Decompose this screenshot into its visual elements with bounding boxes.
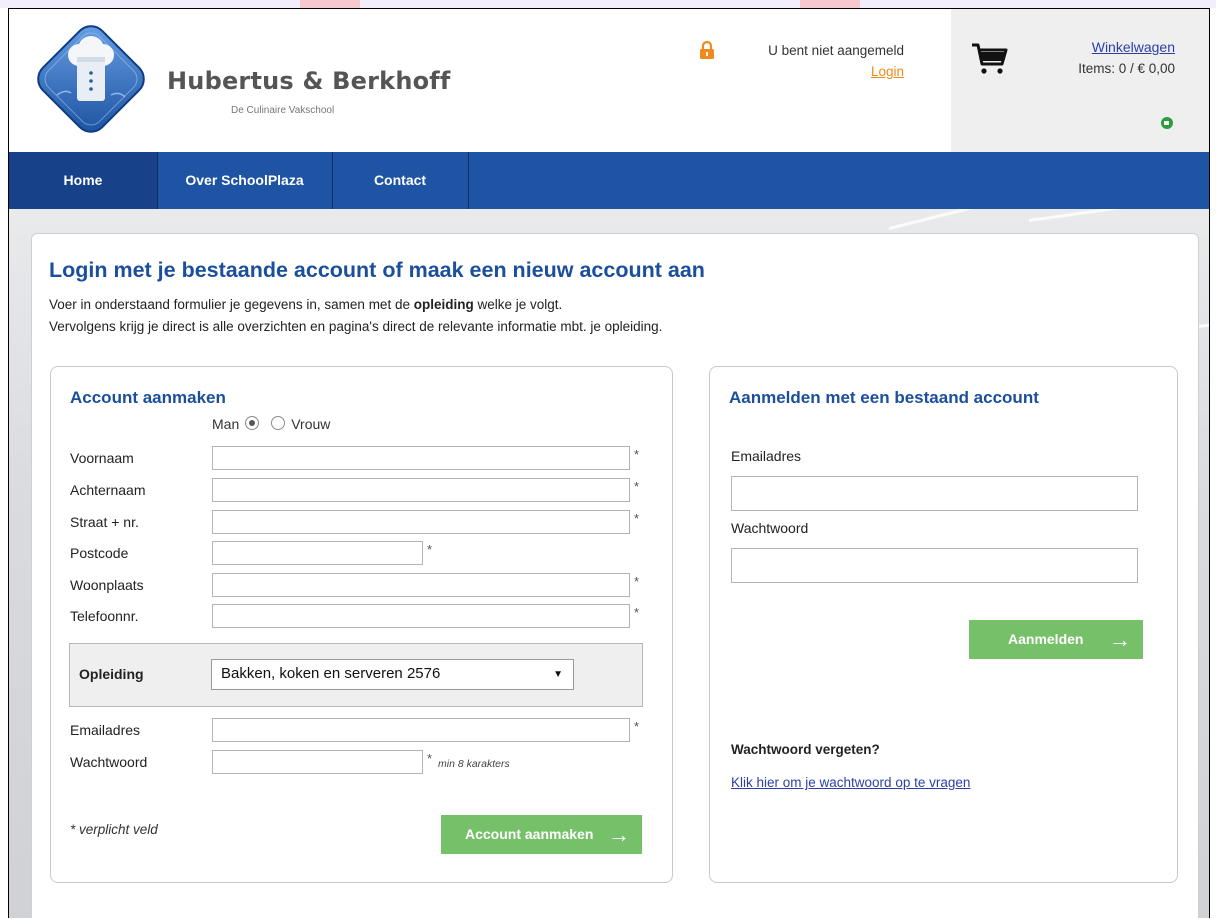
gender-radio-group: Man Vrouw — [212, 416, 330, 432]
intro-text-bold: opleiding — [413, 297, 474, 312]
required-mark: * — [634, 605, 640, 620]
street-input[interactable] — [212, 510, 630, 534]
login-button-label: Aanmelden — [1008, 631, 1084, 647]
arrow-right-icon: → — [1109, 627, 1131, 652]
chevron-down-icon: ▼ — [553, 669, 563, 680]
required-mark: * — [634, 574, 640, 589]
lock-icon — [699, 40, 715, 62]
first-name-label: Voornaam — [70, 450, 134, 466]
city-input[interactable] — [212, 573, 630, 597]
login-email-label: Emailadres — [731, 448, 802, 464]
brand-subtitle: De Culinaire Vakschool — [231, 105, 335, 116]
intro-text-pre: Voer in onderstaand formulier je gegeven… — [49, 297, 414, 312]
last-name-input[interactable] — [212, 478, 630, 502]
opleiding-selected-value: Bakken, koken en serveren 2576 — [221, 665, 441, 682]
postcode-input[interactable] — [212, 541, 423, 565]
required-mark: * — [634, 511, 640, 526]
first-name-input[interactable] — [212, 446, 630, 470]
login-title: Aanmelden met een bestaand account — [729, 388, 1039, 407]
register-email-label: Emailadres — [70, 722, 141, 738]
arrow-right-icon: → — [608, 822, 630, 847]
gender-male-radio[interactable] — [245, 416, 260, 430]
required-mark: * — [634, 479, 640, 494]
login-email-input[interactable] — [731, 476, 1138, 511]
nav-item-home[interactable]: Home — [9, 152, 158, 209]
gender-female-label: Vrouw — [291, 416, 331, 432]
register-title: Account aanmaken — [70, 388, 226, 407]
top-strip — [0, 0, 1216, 8]
phone-label: Telefoonnr. — [70, 608, 139, 624]
brand-name: Hubertus & Berkhoff — [167, 67, 451, 95]
page-frame: Hubertus & Berkhoff De Culinaire Vakscho… — [8, 8, 1210, 918]
login-button[interactable]: Aanmelden → — [969, 620, 1143, 659]
nav-item-over-schoolplaza[interactable]: Over SchoolPlaza — [157, 152, 333, 209]
street-label: Straat + nr. — [70, 514, 139, 530]
login-password-input[interactable] — [731, 548, 1138, 583]
create-account-button-label: Account aanmaken — [465, 826, 594, 842]
required-mark: * — [634, 719, 640, 734]
forgot-password-title: Wachtwoord vergeten? — [731, 742, 880, 757]
cart-go-icon[interactable] — [1161, 117, 1173, 129]
required-mark: * — [634, 447, 640, 462]
login-password-label: Wachtwoord — [731, 520, 809, 536]
site-header: Hubertus & Berkhoff De Culinaire Vakscho… — [9, 9, 1209, 152]
register-email-input[interactable] — [212, 718, 630, 742]
nav-item-contact[interactable]: Contact — [332, 152, 469, 209]
cart-icon[interactable] — [971, 42, 1009, 79]
phone-input[interactable] — [212, 604, 630, 628]
login-panel: Aanmelden met een bestaand account Email… — [709, 366, 1178, 883]
account-status: U bent niet aangemeld Login — [699, 40, 904, 79]
main-nav: Home Over SchoolPlaza Contact — [9, 152, 1209, 209]
page-title: Login met je bestaande account of maak e… — [49, 258, 705, 282]
gender-male-label: Man — [212, 416, 240, 432]
main-content-card: Login met je bestaande account of maak e… — [31, 233, 1199, 918]
required-note: * verplicht veld — [70, 822, 158, 837]
city-label: Woonplaats — [70, 577, 144, 593]
cart-items-summary: Items: 0 / € 0,00 — [1078, 61, 1175, 76]
register-password-input[interactable] — [212, 750, 423, 774]
register-password-label: Wachtwoord — [70, 754, 148, 770]
forgot-password-link[interactable]: Klik hier om je wachtwoord op te vragen — [731, 775, 970, 790]
intro-text-line1: Voer in onderstaand formulier je gegeven… — [49, 297, 562, 312]
create-account-button[interactable]: Account aanmaken → — [441, 815, 642, 854]
intro-text-post: welke je volgt. — [473, 297, 563, 312]
opleiding-label: Opleiding — [79, 666, 144, 682]
cart-panel: Winkelwagen Items: 0 / € 0,00 — [951, 9, 1209, 152]
required-mark: * — [427, 751, 433, 766]
password-hint: min 8 karakters — [438, 758, 510, 770]
cart-link[interactable]: Winkelwagen — [1092, 39, 1175, 55]
gender-female-radio[interactable] — [271, 416, 286, 430]
intro-text-line2: Vervolgens krijg je direct is alle overz… — [49, 319, 663, 334]
login-status-text: U bent niet aangemeld — [768, 43, 904, 58]
chef-hat-logo[interactable] — [27, 15, 155, 143]
opleiding-box: Opleiding Bakken, koken en serveren 2576… — [69, 643, 643, 707]
required-mark: * — [427, 542, 433, 557]
last-name-label: Achternaam — [70, 482, 146, 498]
register-panel: Account aanmaken Man Vrouw Voornaam * Ach… — [50, 366, 673, 883]
login-link[interactable]: Login — [871, 64, 904, 79]
opleiding-select[interactable]: Bakken, koken en serveren 2576 ▼ — [211, 659, 574, 690]
postcode-label: Postcode — [70, 545, 129, 561]
